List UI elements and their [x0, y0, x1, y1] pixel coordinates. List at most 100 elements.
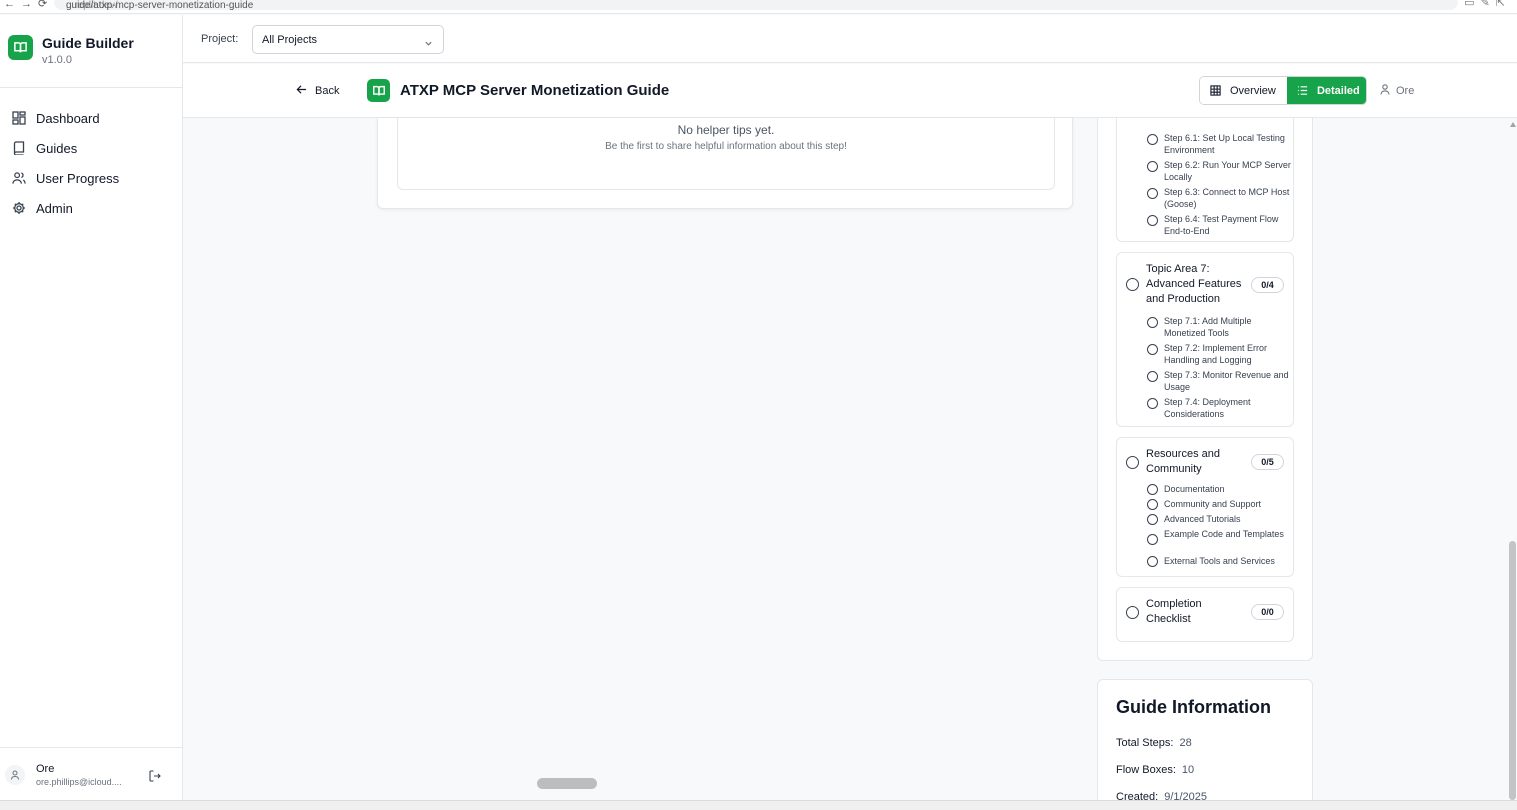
topic-card: Completion Checklist 0/0 — [1116, 587, 1294, 642]
logout-icon[interactable] — [149, 769, 161, 787]
step-label: Step 7.3: Monitor Revenue and Usage — [1164, 370, 1289, 392]
step-label: Step 6.2: Run Your MCP Server Locally — [1164, 160, 1291, 182]
step-label: Step 7.2: Implement Error Handling and L… — [1164, 343, 1268, 365]
info-label: Flow Boxes: — [1116, 764, 1176, 776]
sidebar-item-label: User Progress — [36, 170, 120, 186]
project-select[interactable]: All Projects — [252, 25, 444, 54]
radio-icon — [1147, 514, 1158, 525]
radio-icon — [1147, 371, 1158, 382]
info-value: 28 — [1179, 737, 1192, 749]
topic-title: Completion Checklist — [1146, 598, 1202, 625]
topic-title: Topic Area 7: Advanced Features and Prod… — [1146, 263, 1242, 305]
step-label: Step 7.1: Add Multiple Monetized Tools — [1164, 316, 1252, 338]
sidebar-item-dashboard[interactable]: Dashboard — [12, 103, 119, 133]
topic-card: Resources and Community 0/5 Documentatio… — [1116, 437, 1294, 577]
user-profile: Ore ore.phillips@icloud.... — [0, 747, 182, 800]
dashboard-icon — [12, 111, 26, 125]
topic-card: Step 6.1: Set Up Local Testing Environme… — [1116, 118, 1294, 242]
step-label: Step 6.1: Set Up Local Testing Environme… — [1164, 133, 1285, 155]
radio-icon — [1147, 398, 1158, 409]
info-value: 10 — [1181, 764, 1195, 776]
chevron-down-icon — [424, 35, 433, 53]
radio-icon — [1126, 456, 1139, 469]
sidebar-item-label: Dashboard — [36, 110, 100, 126]
user-icon — [1380, 84, 1390, 98]
step-label: Advanced Tutorials — [1164, 514, 1241, 524]
topic-title: Resources and Community — [1146, 448, 1220, 475]
radio-icon — [1147, 534, 1158, 545]
sidebar: Guide Builder v1.0.0 Dashboard Guides Us… — [0, 15, 183, 800]
back-label: Back — [315, 85, 340, 97]
sidebar-nav: Dashboard Guides User Progress Admin — [12, 103, 119, 223]
progress-badge: 0/4 — [1251, 277, 1284, 293]
guide-outline-panel: Step 6.1: Set Up Local Testing Environme… — [1097, 118, 1313, 661]
step-label: Documentation — [1164, 484, 1225, 494]
radio-icon — [1147, 215, 1158, 226]
step-label: Step 6.4: Test Payment Flow End-to-End — [1164, 214, 1279, 236]
info-flow-boxes: Flow Boxes: 10 — [1116, 764, 1194, 776]
project-label: Project: — [201, 33, 239, 45]
helper-tips-card: No helper tips yet. Be the first to shar… — [377, 118, 1073, 209]
list-icon — [1297, 85, 1308, 96]
empty-state-subtitle: Be the first to share helpful informatio… — [605, 141, 847, 152]
sidebar-item-admin[interactable]: Admin — [12, 193, 119, 223]
sidebar-divider — [0, 87, 182, 88]
grid-icon — [1210, 85, 1221, 96]
url-path: guide/atxp-mcp-server-monetization-guide — [66, 0, 254, 11]
radio-icon — [1147, 499, 1158, 510]
back-button[interactable]: Back — [296, 82, 339, 100]
users-icon — [12, 171, 26, 185]
vertical-scrollbar-thumb[interactable] — [1509, 541, 1516, 800]
info-label: Total Steps: — [1116, 737, 1174, 749]
radio-icon — [1147, 134, 1158, 145]
radio-icon — [1147, 317, 1158, 328]
book-open-icon — [8, 35, 33, 60]
helper-tips-empty-state: No helper tips yet. Be the first to shar… — [397, 118, 1055, 190]
address-bar[interactable]: ...replit.dev/guide/atxp-mcp-server-mone… — [54, 0, 1458, 11]
browser-extension-icons[interactable]: ▭✎⇱ — [1464, 0, 1511, 9]
guide-info-title: Guide Information — [1116, 697, 1271, 717]
radio-icon — [1126, 278, 1139, 291]
book-open-icon — [367, 79, 390, 102]
brand: Guide Builder v1.0.0 — [8, 35, 134, 66]
sidebar-item-label: Guides — [36, 140, 78, 156]
browser-nav-icons[interactable]: ←→⟳ — [4, 0, 53, 10]
user-email: ore.phillips@icloud.... — [36, 777, 122, 787]
header-user-name: Ore — [1396, 85, 1415, 97]
view-toggle: Overview Detailed — [1199, 76, 1367, 105]
gear-icon — [12, 201, 26, 215]
step-label: Community and Support — [1164, 499, 1262, 509]
sidebar-item-guides[interactable]: Guides — [12, 133, 119, 163]
window-bottom-edge — [0, 800, 1517, 810]
book-icon — [12, 141, 26, 155]
guide-header: Back ATXP MCP Server Monetization Guide … — [183, 64, 1517, 118]
step-label: External Tools and Services — [1164, 556, 1275, 566]
empty-state-title: No helper tips yet. — [677, 123, 775, 137]
project-bar: Project: All Projects — [183, 15, 1517, 63]
overview-view-button[interactable]: Overview — [1200, 77, 1287, 104]
progress-badge: 0/5 — [1251, 454, 1284, 470]
detailed-view-button[interactable]: Detailed — [1286, 77, 1366, 104]
page-title: ATXP MCP Server Monetization Guide — [400, 82, 670, 99]
header-user[interactable]: Ore — [1380, 84, 1414, 98]
app-name: Guide Builder — [42, 35, 134, 51]
guide-info-card: Guide Information Total Steps: 28 Flow Bo… — [1097, 679, 1313, 810]
radio-icon — [1147, 484, 1158, 495]
radio-icon — [1126, 606, 1139, 619]
project-select-value: All Projects — [262, 34, 318, 46]
avatar — [5, 765, 25, 785]
topic-card: Topic Area 7: Advanced Features and Prod… — [1116, 252, 1294, 427]
radio-icon — [1147, 161, 1158, 172]
app-version: v1.0.0 — [42, 54, 72, 66]
overview-label: Overview — [1230, 84, 1276, 97]
scroll-up-arrow-icon[interactable] — [1510, 122, 1516, 127]
horizontal-scrollbar-thumb[interactable] — [537, 778, 597, 789]
step-label: Example Code and Templates — [1164, 529, 1284, 539]
progress-badge: 0/0 — [1251, 604, 1284, 620]
user-name: Ore — [36, 763, 55, 775]
step-label: Step 6.3: Connect to MCP Host (Goose) — [1164, 187, 1290, 209]
sidebar-item-user-progress[interactable]: User Progress — [12, 163, 119, 193]
browser-toolbar: ←→⟳ ...replit.dev/guide/atxp-mcp-server-… — [0, 0, 1517, 14]
sidebar-item-label: Admin — [36, 200, 73, 216]
info-total-steps: Total Steps: 28 — [1116, 737, 1192, 749]
